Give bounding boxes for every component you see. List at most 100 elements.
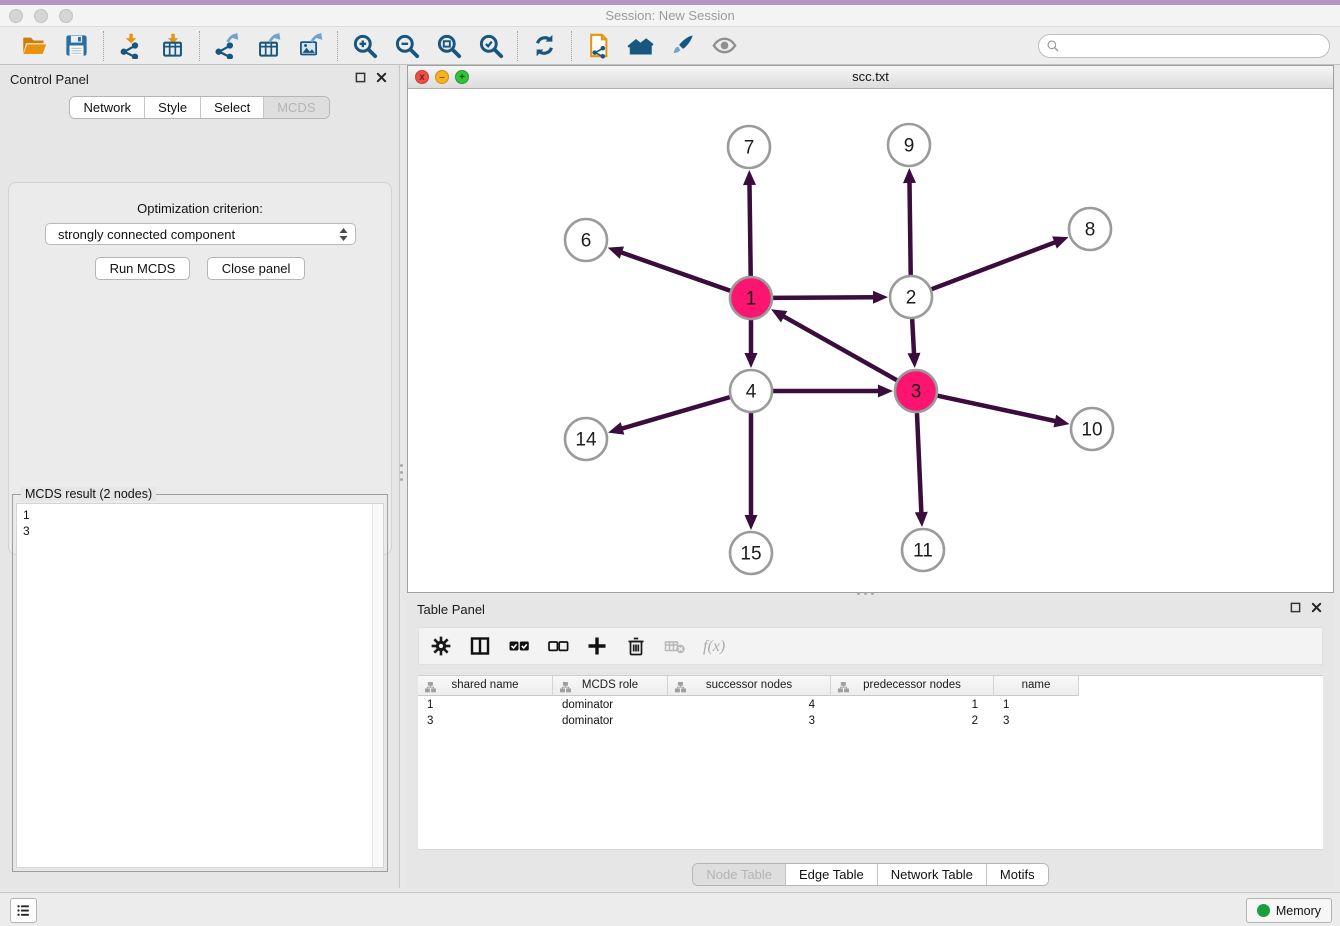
zoom-out-icon[interactable] [393,32,420,59]
result-scrollbar[interactable] [372,504,383,867]
graph-node-6[interactable]: 6 [565,219,607,261]
zoom-fit-icon[interactable] [435,32,462,59]
table-tab-motifs[interactable]: Motifs [986,864,1048,885]
status-bar: Memory [0,892,1340,926]
mcds-result-text[interactable]: 13 [16,503,384,868]
graph-edge-arrowhead [608,246,624,258]
optimization-criterion-select[interactable]: strongly connected component [45,223,356,245]
graph-node-9[interactable]: 9 [888,124,930,166]
export-image-icon[interactable] [297,32,324,59]
clone-network-icon[interactable] [585,32,612,59]
graph-node-label: 11 [913,541,933,562]
table-tab-node-table[interactable]: Node Table [693,864,785,885]
table-toolbar: f(x) [418,627,1323,665]
graph-node-3[interactable]: 3 [895,370,937,412]
graph-edge-3-1[interactable] [781,315,896,380]
task-history-button[interactable] [10,898,37,923]
graph-node-14[interactable]: 14 [565,418,607,460]
network-close-button[interactable]: x [415,70,429,84]
close-panel-button[interactable]: Close panel [207,257,306,280]
table-row[interactable]: 3dominator323 [418,713,1323,729]
graph-node-10[interactable]: 10 [1071,408,1113,450]
close-table-panel-icon[interactable] [1311,602,1322,613]
graph-edge-1-6[interactable] [619,252,730,291]
graph-node-1[interactable]: 1 [730,277,772,319]
graph-edge-2-9[interactable] [909,180,910,275]
table-row[interactable]: 1dominator411 [418,697,1323,713]
graph-node-11[interactable]: 11 [902,529,944,571]
close-panel-icon[interactable] [376,72,387,83]
tab-style[interactable]: Style [144,97,200,118]
graph-edge-3-10[interactable] [938,396,1058,422]
function-builder-icon: f(x) [702,634,726,658]
network-minimize-button[interactable]: – [435,70,449,84]
column-header-predecessor-nodes[interactable]: predecessor nodes [831,676,994,696]
refresh-icon[interactable] [531,32,558,59]
node-table: shared name MCDS rolesuccessor nodes prede… [418,675,1323,850]
add-column-icon[interactable] [585,634,609,658]
network-view-window: x – + scc.txt 1 2 3 4 6 7 8 9 10 11 14 15 [407,65,1334,593]
save-session-icon[interactable] [63,32,90,59]
network-graph[interactable]: 1 2 3 4 6 7 8 9 10 11 14 15 [408,89,1333,592]
graph-edge-2-3[interactable] [912,319,914,356]
run-mcds-button[interactable]: Run MCDS [95,257,191,280]
export-table-icon[interactable] [255,32,282,59]
column-header-MCDS-role[interactable]: MCDS role [553,676,668,696]
search-box[interactable] [1038,34,1330,58]
graph-node-15[interactable]: 15 [730,532,772,574]
column-header-label: predecessor nodes [863,679,961,691]
mcds-result-group: MCDS result (2 nodes) 13 [12,494,388,872]
browse-mode-icon[interactable] [468,634,492,658]
graph-edge-4-14[interactable] [620,397,730,429]
home-icon[interactable] [627,32,654,59]
vertical-splitter-handle[interactable] [398,455,404,489]
zoom-selected-icon[interactable] [477,32,504,59]
deselect-all-icon[interactable] [546,634,570,658]
main-titlebar: Session: New Session [0,5,1340,27]
column-type-icon [560,681,571,692]
graph-node-label: 4 [746,382,757,403]
graph-edge-1-2[interactable] [773,297,876,298]
float-table-panel-icon[interactable] [1290,602,1301,613]
table-tab-edge-table[interactable]: Edge Table [785,864,877,885]
graph-node-7[interactable]: 7 [728,126,770,168]
column-header-shared-name[interactable]: shared name [418,676,553,696]
cell-successor-nodes: 4 [668,697,831,713]
delete-column-icon[interactable] [624,634,648,658]
control-panel-tabs: NetworkStyleSelectMCDS [69,96,329,119]
graph-edge-3-11[interactable] [917,413,921,515]
column-header-successor-nodes[interactable]: successor nodes [668,676,831,696]
column-header-label: name [1022,679,1051,691]
settings-icon[interactable] [429,634,453,658]
column-header-label: shared name [451,679,518,691]
cell-MCDS-role: dominator [553,697,668,713]
tab-mcds[interactable]: MCDS [263,97,328,118]
search-input[interactable] [1060,36,1329,56]
graph-node-2[interactable]: 2 [890,276,932,318]
mcds-result-line: 1 [23,507,383,523]
column-header-name[interactable]: name [994,676,1079,696]
network-canvas[interactable]: 1 2 3 4 6 7 8 9 10 11 14 15 [408,89,1333,592]
graph-edge-2-8[interactable] [932,241,1058,289]
zoom-in-icon[interactable] [351,32,378,59]
graph-node-4[interactable]: 4 [730,370,772,412]
memory-button[interactable]: Memory [1246,898,1332,923]
select-all-icon[interactable] [507,634,531,658]
graph-node-8[interactable]: 8 [1069,208,1111,250]
float-panel-icon[interactable] [355,72,366,83]
import-network-icon[interactable] [117,32,144,59]
tab-select[interactable]: Select [200,97,263,118]
table-header-row: shared name MCDS rolesuccessor nodes prede… [418,676,1079,696]
export-network-icon[interactable] [213,32,240,59]
graph-edge-arrowhead [878,385,893,398]
network-view-titlebar[interactable]: x – + scc.txt [408,66,1333,89]
import-table-icon[interactable] [159,32,186,59]
apply-style-icon[interactable] [669,32,696,59]
open-session-icon[interactable] [21,32,48,59]
table-tab-network-table[interactable]: Network Table [877,864,986,885]
network-view-title: scc.txt [408,66,1333,84]
graph-edge-arrowhead [915,512,928,527]
graph-edge-1-7[interactable] [749,182,750,276]
network-maximize-button[interactable]: + [455,70,469,84]
tab-network[interactable]: Network [70,97,144,118]
